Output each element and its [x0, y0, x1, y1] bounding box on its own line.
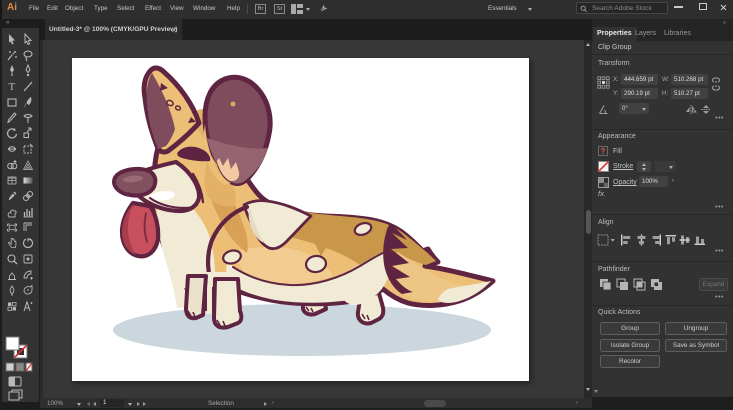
- svg-text:T: T: [9, 81, 16, 93]
